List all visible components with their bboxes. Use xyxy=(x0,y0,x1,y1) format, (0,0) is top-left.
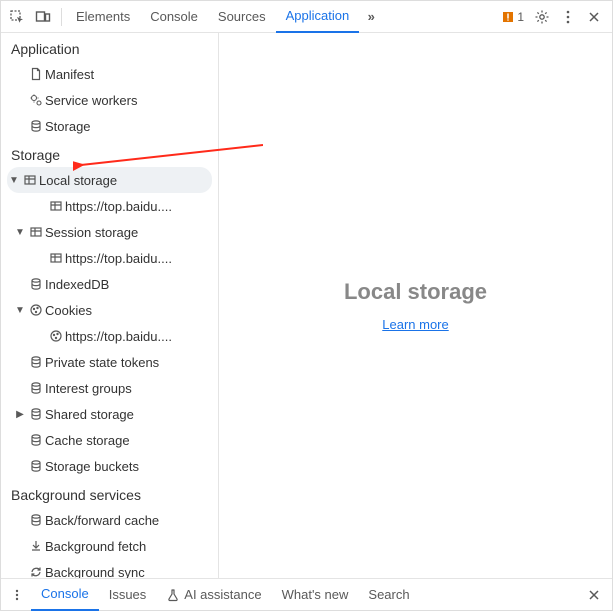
more-tabs-icon[interactable]: » xyxy=(359,5,383,29)
database-icon xyxy=(27,433,45,447)
database-icon xyxy=(27,513,45,527)
label: Background sync xyxy=(45,565,151,579)
tab-elements[interactable]: Elements xyxy=(66,1,140,33)
label: IndexedDB xyxy=(45,277,115,292)
cookie-icon xyxy=(47,329,65,343)
settings-icon[interactable] xyxy=(530,5,554,29)
tab-application[interactable]: Application xyxy=(276,1,360,33)
label: Local storage xyxy=(39,173,123,188)
sidebar-bg-sync[interactable]: Background sync xyxy=(1,559,218,578)
content-title: Local storage xyxy=(344,279,487,305)
section-background-services: Background services xyxy=(1,479,218,507)
chevron-down-icon: ▼ xyxy=(13,227,27,238)
database-icon xyxy=(27,459,45,473)
tab-console[interactable]: Console xyxy=(140,1,208,33)
sidebar-local-storage[interactable]: ▼ Local storage xyxy=(7,167,212,193)
error-badge[interactable]: 1 xyxy=(495,10,530,24)
label: Cookies xyxy=(45,303,98,318)
file-icon xyxy=(27,67,45,81)
label: Background fetch xyxy=(45,539,152,554)
database-icon xyxy=(27,119,45,133)
sidebar-cookies[interactable]: ▼ Cookies xyxy=(1,297,218,323)
sidebar: Application Manifest Service workers Sto… xyxy=(1,33,219,578)
sidebar-private-state[interactable]: Private state tokens xyxy=(1,349,218,375)
sidebar-manifest[interactable]: Manifest xyxy=(1,61,218,87)
drawer-tab-search[interactable]: Search xyxy=(358,579,419,611)
label: Storage xyxy=(45,119,97,134)
chevron-right-icon: ▶ xyxy=(13,409,27,420)
sidebar-session-storage[interactable]: ▼ Session storage xyxy=(1,219,218,245)
close-icon[interactable] xyxy=(582,5,606,29)
database-icon xyxy=(27,407,45,421)
label: Shared storage xyxy=(45,407,140,422)
table-icon xyxy=(47,251,65,265)
sidebar-cookies-child[interactable]: https://top.baidu.... xyxy=(1,323,218,349)
sidebar-indexeddb[interactable]: IndexedDB xyxy=(1,271,218,297)
drawer-tab-whats-new[interactable]: What's new xyxy=(272,579,359,611)
sidebar-bg-fetch[interactable]: Background fetch xyxy=(1,533,218,559)
sidebar-local-storage-child[interactable]: https://top.baidu.... xyxy=(1,193,218,219)
label: Manifest xyxy=(45,67,100,82)
label: Session storage xyxy=(45,225,144,240)
toolbar: Elements Console Sources Application » 1 xyxy=(1,1,612,33)
sync-icon xyxy=(27,565,45,578)
inspect-icon[interactable] xyxy=(5,5,29,29)
sidebar-service-workers[interactable]: Service workers xyxy=(1,87,218,113)
table-icon xyxy=(47,199,65,213)
content-pane: Local storage Learn more xyxy=(219,33,612,578)
sidebar-session-storage-child[interactable]: https://top.baidu.... xyxy=(1,245,218,271)
chevron-down-icon: ▼ xyxy=(7,175,21,186)
learn-more-link[interactable]: Learn more xyxy=(382,317,448,332)
label: Service workers xyxy=(45,93,143,108)
database-icon xyxy=(27,277,45,291)
section-storage: Storage xyxy=(1,139,218,167)
sidebar-bf-cache[interactable]: Back/forward cache xyxy=(1,507,218,533)
flask-icon xyxy=(166,588,180,602)
label: https://top.baidu.... xyxy=(65,199,178,214)
error-count: 1 xyxy=(517,10,524,24)
sidebar-cache-storage[interactable]: Cache storage xyxy=(1,427,218,453)
sidebar-storage-buckets[interactable]: Storage buckets xyxy=(1,453,218,479)
table-icon xyxy=(27,225,45,239)
sidebar-interest-groups[interactable]: Interest groups xyxy=(1,375,218,401)
kebab-menu-icon[interactable] xyxy=(5,583,29,607)
drawer-tabs: Console Issues AI assistance What's new … xyxy=(1,578,612,610)
chevron-down-icon: ▼ xyxy=(13,305,27,316)
section-application: Application xyxy=(1,33,218,61)
table-icon xyxy=(21,173,39,187)
fetch-icon xyxy=(27,539,45,553)
sidebar-shared-storage[interactable]: ▶ Shared storage xyxy=(1,401,218,427)
sidebar-storage[interactable]: Storage xyxy=(1,113,218,139)
label: Interest groups xyxy=(45,381,138,396)
device-toolbar-icon[interactable] xyxy=(31,5,55,29)
label: Storage buckets xyxy=(45,459,145,474)
main: Application Manifest Service workers Sto… xyxy=(1,33,612,578)
close-drawer-icon[interactable] xyxy=(582,583,606,607)
label: Back/forward cache xyxy=(45,513,165,528)
database-icon xyxy=(27,381,45,395)
divider xyxy=(61,8,62,26)
drawer-tab-console[interactable]: Console xyxy=(31,579,99,611)
kebab-menu-icon[interactable] xyxy=(556,5,580,29)
drawer-tab-ai[interactable]: AI assistance xyxy=(156,579,271,611)
label: Cache storage xyxy=(45,433,136,448)
database-icon xyxy=(27,355,45,369)
label: https://top.baidu.... xyxy=(65,251,178,266)
label: Private state tokens xyxy=(45,355,165,370)
gears-icon xyxy=(27,93,45,107)
tab-sources[interactable]: Sources xyxy=(208,1,276,33)
label: https://top.baidu.... xyxy=(65,329,178,344)
cookie-icon xyxy=(27,303,45,317)
drawer-tab-issues[interactable]: Issues xyxy=(99,579,157,611)
